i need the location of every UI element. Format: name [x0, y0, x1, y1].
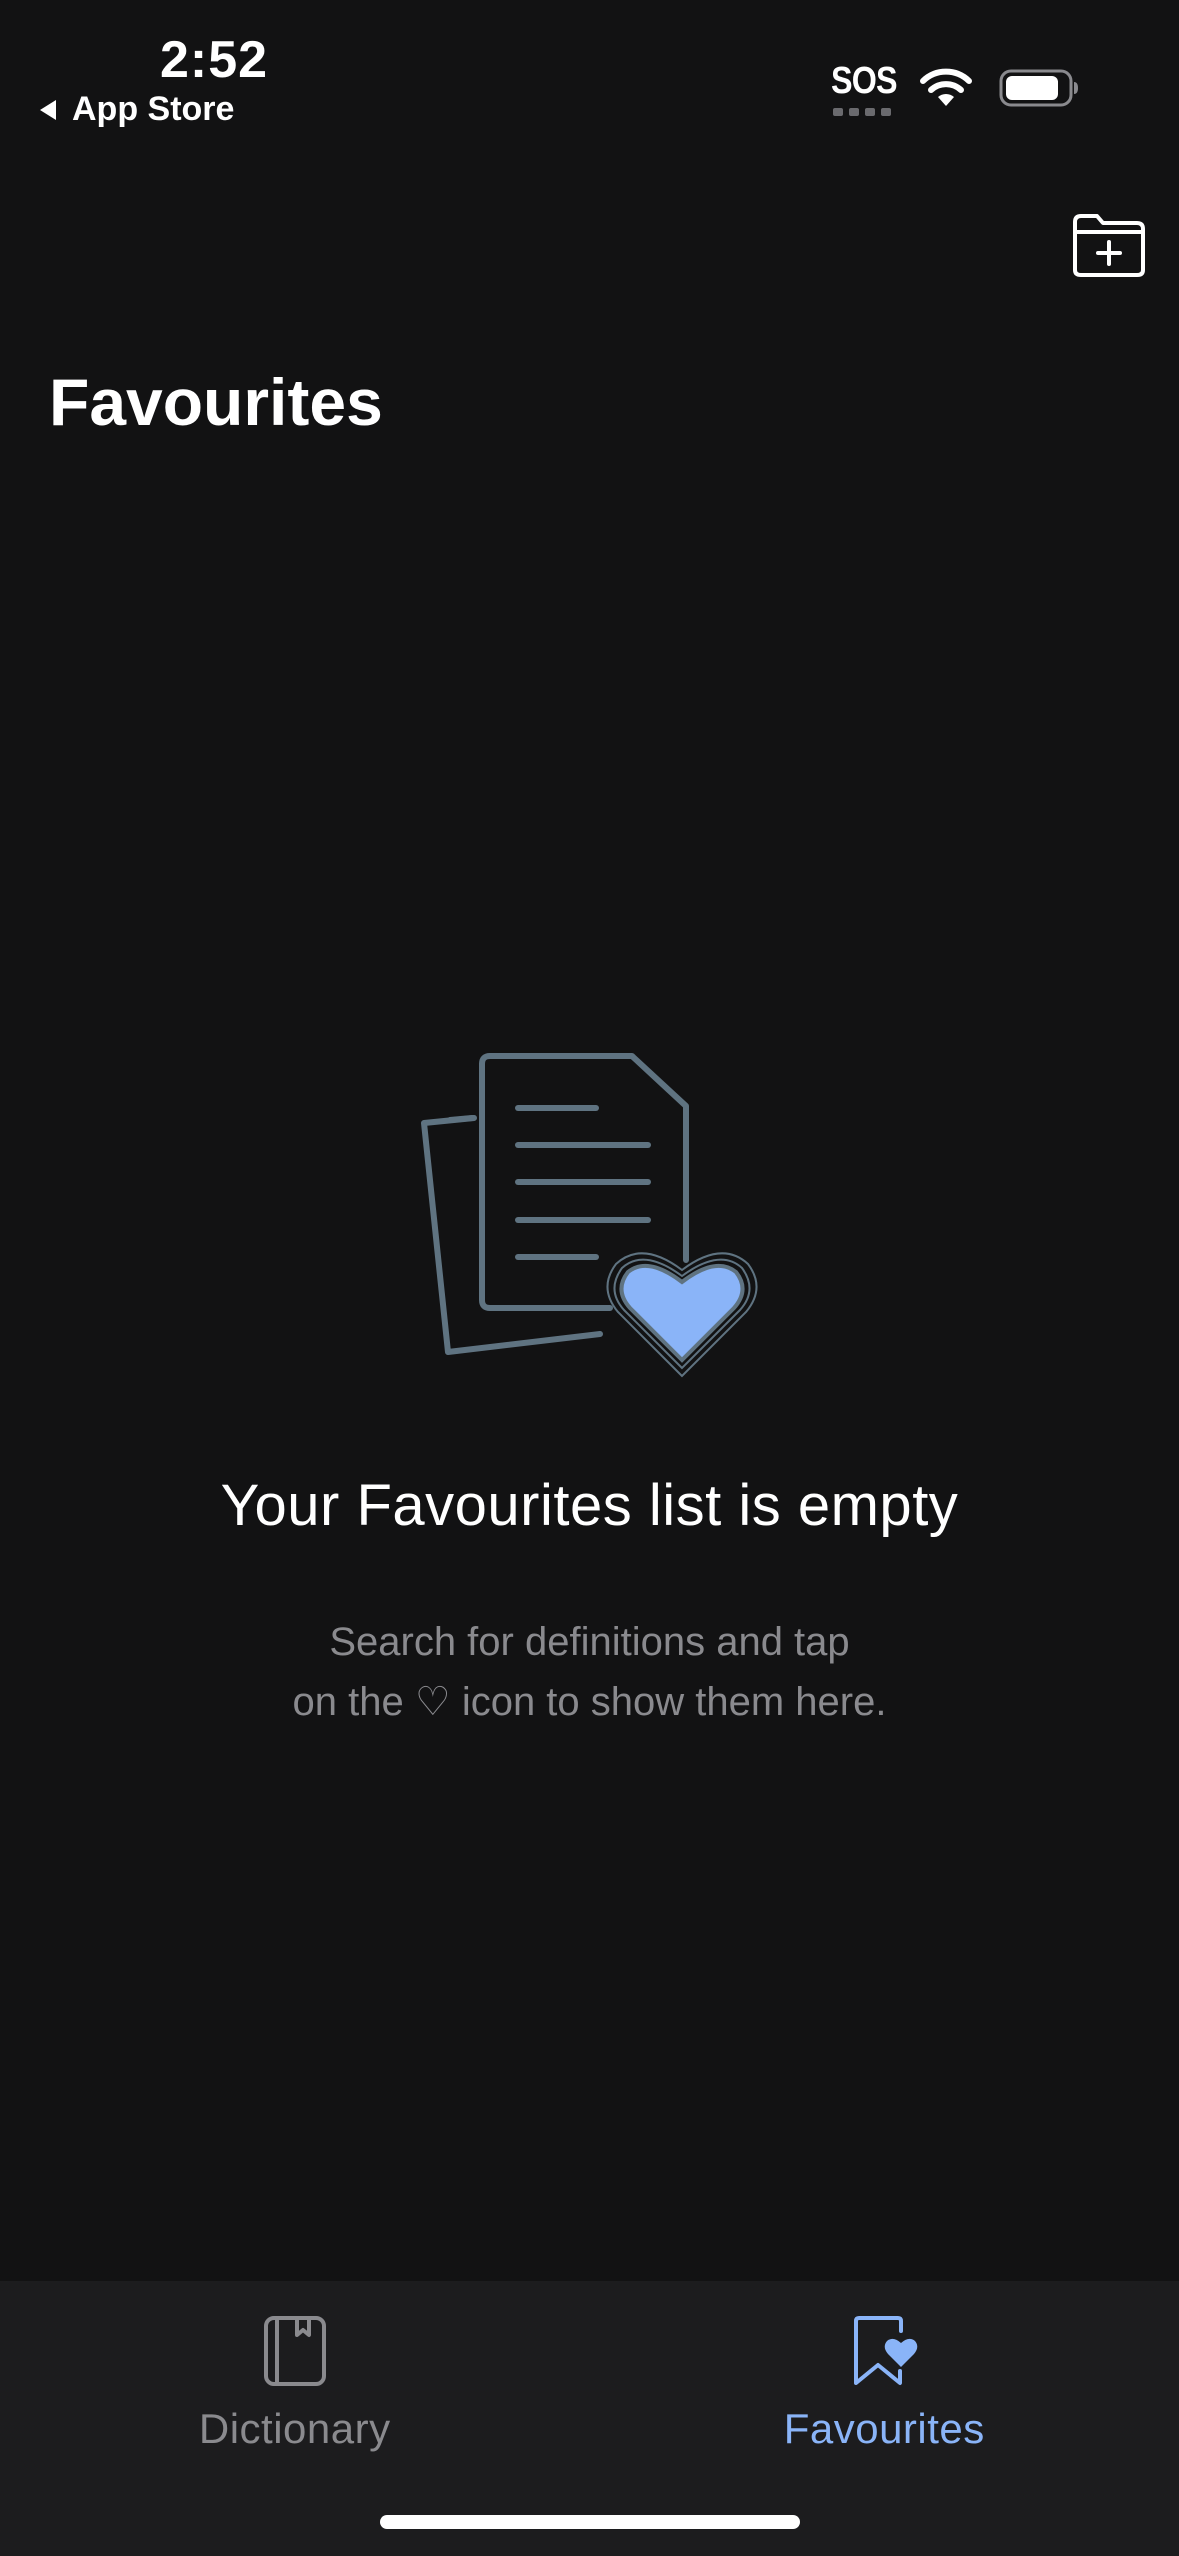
documents-heart-icon [421, 1053, 758, 1378]
empty-state-title: Your Favourites list is empty [220, 1473, 959, 1538]
home-indicator[interactable] [380, 2515, 800, 2529]
empty-state-description-line-1: Search for definitions and tap [329, 1620, 850, 1664]
sos-label: SOS [831, 60, 898, 102]
status-indicators: SOS [831, 60, 1079, 116]
battery-icon [999, 69, 1078, 107]
back-to-app-store[interactable]: App Store [38, 90, 234, 129]
sos-indicator: SOS [831, 60, 898, 116]
status-time: 2:52 [160, 31, 269, 89]
wifi-icon [920, 68, 972, 106]
back-triangle-icon [40, 99, 56, 120]
empty-state-description-line-2: on the ♡ icon to show them here. [292, 1680, 887, 1724]
page-title: Favourites [49, 365, 383, 439]
tab-favourites-label: Favourites [783, 2405, 985, 2452]
folder-add-icon [1073, 214, 1145, 277]
add-folder-button[interactable] [1069, 210, 1149, 280]
book-icon [255, 2311, 335, 2391]
signal-dots [833, 108, 891, 116]
empty-state-description: Search for definitions and tap on the ♡ … [0, 1612, 1179, 1732]
bookmark-heart-icon [844, 2311, 924, 2391]
tab-dictionary-label: Dictionary [198, 2405, 391, 2452]
back-label: App Store [72, 90, 235, 128]
